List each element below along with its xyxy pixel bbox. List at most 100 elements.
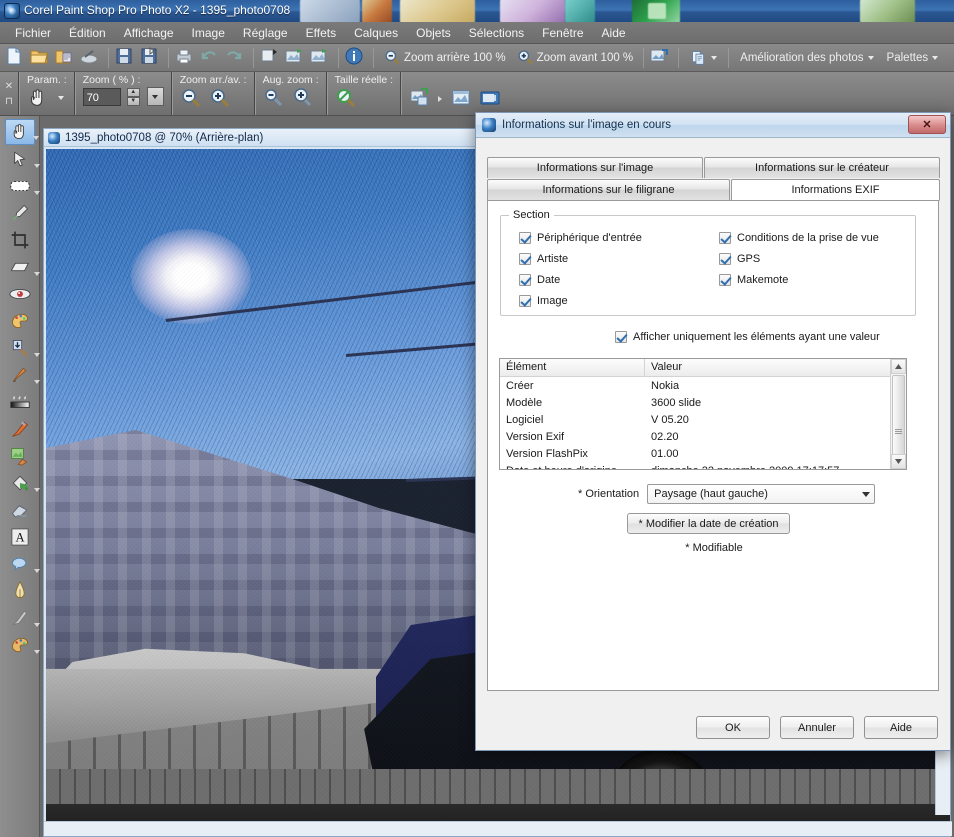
- chevron-down-icon[interactable]: [33, 164, 40, 168]
- palettes-dropdown[interactable]: Palettes: [881, 52, 945, 64]
- tool-pen[interactable]: [5, 578, 35, 604]
- dialog-tabs-row-2[interactable]: Informations sur le filigrane Informatio…: [487, 179, 940, 201]
- chevron-down-icon[interactable]: [33, 191, 40, 195]
- print-icon[interactable]: [174, 46, 198, 70]
- checkbox-date[interactable]: Date: [519, 274, 560, 286]
- table-row[interactable]: Modèle 3600 slide: [500, 394, 906, 411]
- tool-selection[interactable]: [5, 173, 40, 199]
- fullscreen-preview-icon[interactable]: [450, 87, 474, 111]
- tool-eraser[interactable]: [5, 497, 35, 523]
- aug-zoom-out-icon[interactable]: [263, 87, 287, 111]
- menu-fichier[interactable]: Fichier: [6, 24, 60, 42]
- tool-dodge-burn[interactable]: [5, 389, 35, 415]
- zoom-out-tool-icon[interactable]: [180, 87, 204, 111]
- tool-clone[interactable]: [5, 335, 40, 361]
- tool-warp-brush[interactable]: [5, 605, 40, 631]
- checkbox-indicator[interactable]: [719, 253, 731, 265]
- table-row[interactable]: Date et heure d'originedimanche 22 novem…: [500, 462, 906, 470]
- help-button[interactable]: Aide: [864, 716, 938, 739]
- zoom-preset-dropdown[interactable]: [146, 87, 164, 106]
- duplicate-window-icon[interactable]: [409, 87, 433, 111]
- toolbar-grip[interactable]: ✕ ⊓: [0, 72, 18, 115]
- menu-reglage[interactable]: Réglage: [234, 24, 297, 42]
- scroll-down-arrow-icon[interactable]: [891, 454, 906, 469]
- zoom-in-tool-icon[interactable]: [209, 87, 233, 111]
- checkbox-artiste[interactable]: Artiste: [519, 253, 568, 265]
- table-row[interactable]: Créer Nokia: [500, 377, 906, 394]
- menu-aide[interactable]: Aide: [593, 24, 635, 42]
- fullscreen-edit-icon[interactable]: [479, 87, 503, 111]
- chevron-down-icon[interactable]: [33, 650, 40, 654]
- tool-makeover[interactable]: [5, 308, 35, 334]
- scanner-icon[interactable]: [79, 46, 103, 70]
- menu-affichage[interactable]: Affichage: [115, 24, 183, 42]
- tool-flood-fill[interactable]: [5, 470, 40, 496]
- orientation-select[interactable]: Paysage (haut gauche): [647, 484, 876, 504]
- tool-brush[interactable]: [5, 362, 40, 388]
- export-image-icon[interactable]: [649, 46, 673, 70]
- dialog-close-button[interactable]: ✕: [908, 115, 946, 134]
- info-icon[interactable]: [344, 46, 368, 70]
- menu-fenetre[interactable]: Fenêtre: [533, 24, 592, 42]
- checkbox-indicator[interactable]: [719, 232, 731, 244]
- close-icon[interactable]: ✕: [5, 81, 13, 92]
- table-row[interactable]: Version FlashPix 01.00: [500, 445, 906, 462]
- chevron-down-icon[interactable]: [33, 623, 40, 627]
- tool-crop[interactable]: [5, 227, 35, 253]
- image-horizontal-scrollbar[interactable]: [44, 821, 952, 836]
- menu-calques[interactable]: Calques: [345, 24, 407, 42]
- tab-informations-sur-le-filigrane[interactable]: Informations sur le filigrane: [487, 179, 730, 200]
- undo-icon[interactable]: [199, 46, 223, 70]
- modify-creation-date-button[interactable]: * Modifier la date de création: [627, 513, 790, 534]
- checkbox-makemote[interactable]: Makemote: [719, 274, 788, 286]
- tool-palette[interactable]: [5, 632, 40, 658]
- image-effect2-icon[interactable]: [309, 46, 333, 70]
- checkbox-indicator[interactable]: [519, 274, 531, 286]
- pin-icon[interactable]: ⊓: [5, 96, 13, 107]
- checkbox-peripherique-entree[interactable]: Périphérique d'entrée: [519, 232, 642, 244]
- table-row[interactable]: Version Exif 02.20: [500, 428, 906, 445]
- standard-toolbar[interactable]: Zoom arrière 100 % Zoom avant 100 % Amél…: [0, 44, 954, 72]
- tool-art-media[interactable]: [5, 443, 35, 469]
- chevron-down-icon[interactable]: [58, 96, 64, 100]
- tool-red-eye[interactable]: [5, 281, 35, 307]
- spinner-down-icon[interactable]: ▼: [126, 96, 140, 106]
- zoom-spinner[interactable]: ▲ ▼: [126, 87, 140, 106]
- photo-enhance-dropdown[interactable]: Amélioration des photos: [734, 52, 879, 64]
- chevron-down-icon[interactable]: [33, 569, 40, 573]
- checkbox-indicator[interactable]: [519, 232, 531, 244]
- ok-button[interactable]: OK: [696, 716, 770, 739]
- pan-preset-icon[interactable]: [27, 87, 53, 109]
- tools-palette[interactable]: A: [0, 116, 40, 837]
- tab-informations-exif[interactable]: Informations EXIF: [731, 179, 940, 201]
- dialog-title-bar[interactable]: Informations sur l'image en cours ✕: [476, 113, 950, 138]
- cancel-button[interactable]: Annuler: [780, 716, 854, 739]
- new-file-icon[interactable]: [4, 46, 28, 70]
- browse-icon[interactable]: [54, 46, 78, 70]
- chevron-down-icon[interactable]: [33, 353, 40, 357]
- menu-bar[interactable]: Fichier Édition Affichage Image Réglage …: [0, 22, 954, 44]
- tool-straighten[interactable]: [5, 254, 40, 280]
- scroll-up-arrow-icon[interactable]: [891, 359, 906, 374]
- checkbox-indicator[interactable]: [519, 295, 531, 307]
- menu-image[interactable]: Image: [183, 24, 234, 42]
- tab-informations-sur-le-createur[interactable]: Informations sur le créateur: [704, 157, 940, 178]
- copy-icon[interactable]: [259, 46, 283, 70]
- chevron-down-icon[interactable]: [32, 136, 39, 140]
- open-file-icon[interactable]: [29, 46, 53, 70]
- checkbox-image[interactable]: Image: [519, 295, 568, 307]
- dialog-tabs-row-1[interactable]: Informations sur l'image Informations su…: [487, 157, 940, 178]
- save-as-icon[interactable]: [139, 46, 163, 70]
- checkbox-gps[interactable]: GPS: [719, 253, 760, 265]
- tab-informations-sur-l-image[interactable]: Informations sur l'image: [487, 157, 703, 178]
- tool-paint-brush[interactable]: [5, 416, 35, 442]
- menu-edition[interactable]: Édition: [60, 24, 115, 42]
- redo-icon[interactable]: [224, 46, 248, 70]
- table-row[interactable]: Logiciel V 05.20: [500, 411, 906, 428]
- tool-pick[interactable]: [5, 146, 40, 172]
- dialog-footer-buttons[interactable]: OK Annuler Aide: [696, 716, 938, 739]
- save-icon[interactable]: [114, 46, 138, 70]
- chevron-down-icon[interactable]: [33, 488, 40, 492]
- exif-table[interactable]: Élément Valeur Créer Nokia Modèle 3600 sli…: [499, 358, 907, 470]
- checkbox-indicator[interactable]: [719, 274, 731, 286]
